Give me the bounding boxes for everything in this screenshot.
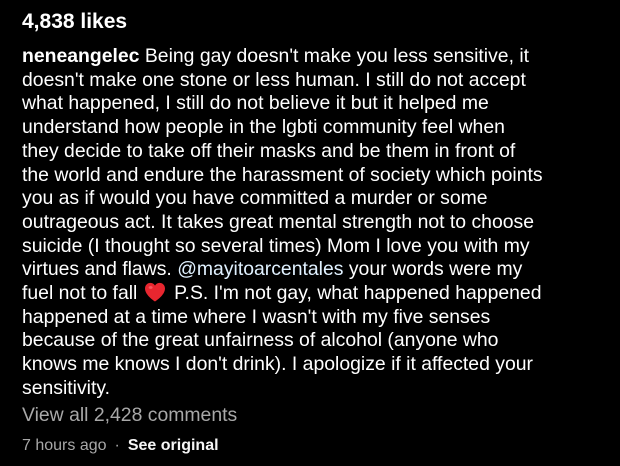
caption-line-1: neneangelec Being gay doesn't make you l… xyxy=(22,45,602,69)
caption-text: fuel not to fall xyxy=(22,282,143,305)
view-all-comments-link[interactable]: View all 2,428 comments xyxy=(22,402,237,428)
post-caption: neneangelec Being gay doesn't make you l… xyxy=(22,45,602,401)
caption-line-2: doesn't make one stone or less human. I … xyxy=(22,68,526,91)
heart-icon xyxy=(144,282,166,302)
caption-line-6: the world and endure the harassment of s… xyxy=(22,163,543,186)
caption-line-8: outrageous act. It takes great mental st… xyxy=(22,210,535,233)
caption-line-9: suicide (I thought so several times) Mom… xyxy=(22,234,530,257)
caption-line-15: sensitivity. xyxy=(22,376,110,399)
caption-line-7: you as if would you have committed a mur… xyxy=(22,187,488,210)
caption-line-13: because of the great unfairness of alcoh… xyxy=(22,329,499,352)
likes-count[interactable]: 4,838 likes xyxy=(22,8,127,36)
caption-line-12: happened at a time where I wasn't with m… xyxy=(22,305,491,328)
username-link[interactable]: neneangelec xyxy=(22,45,139,67)
see-original-button[interactable]: See original xyxy=(128,437,219,454)
post-footer: 7 hours ago · See original xyxy=(22,435,219,457)
separator-dot: · xyxy=(114,437,120,454)
mention-link[interactable]: @mayitoarcentales xyxy=(177,258,343,280)
caption-line-11: fuel not to fall P.S. I'm not gay, what … xyxy=(22,282,602,306)
caption-line-4: understand how people in the lgbti commu… xyxy=(22,116,505,139)
caption-line-14: knows me knows I don't drink). I apologi… xyxy=(22,353,533,376)
caption-line-5: they decide to take off their masks and … xyxy=(22,139,516,162)
caption-line-3: what happened, I still do not believe it… xyxy=(22,92,489,115)
caption-text: your words were my xyxy=(343,258,523,281)
caption-text: P.S. I'm not gay, what happened happened xyxy=(168,282,542,305)
caption-line-10: virtues and flaws. @mayitoarcentales you… xyxy=(22,258,602,282)
caption-text: virtues and flaws. xyxy=(22,258,178,281)
caption-text: Being gay doesn't make you less sensitiv… xyxy=(139,45,530,67)
timestamp: 7 hours ago xyxy=(22,437,107,454)
